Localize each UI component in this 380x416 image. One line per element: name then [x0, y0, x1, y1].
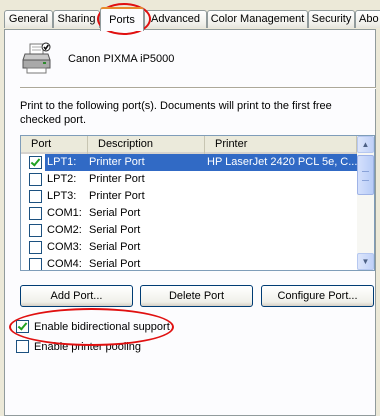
- port-name: LPT2:: [47, 173, 77, 185]
- port-description: Printer Port: [87, 154, 205, 171]
- list-item[interactable]: LPT2: Printer Port: [21, 171, 357, 188]
- port-checkbox[interactable]: [29, 173, 42, 186]
- port-checkbox[interactable]: [29, 207, 42, 220]
- tab-strip: General Sharing Ports Advanced Color Man…: [0, 0, 380, 31]
- separator: [20, 87, 376, 89]
- delete-port-button[interactable]: Delete Port: [140, 285, 253, 307]
- port-name: LPT3:: [47, 190, 77, 202]
- bidirectional-support-checkbox[interactable]: [16, 320, 29, 333]
- tab-ports[interactable]: Ports: [100, 7, 144, 31]
- column-header-description[interactable]: Description: [88, 136, 205, 154]
- column-header-port[interactable]: Port: [21, 136, 88, 154]
- port-checkbox[interactable]: [29, 190, 42, 203]
- tab-about[interactable]: Abo: [355, 10, 380, 28]
- port-name: COM2:: [47, 224, 82, 236]
- printer-icon: [22, 42, 51, 74]
- tab-color-management[interactable]: Color Management: [207, 10, 308, 28]
- vertical-scrollbar[interactable]: ▲ ▼: [357, 136, 374, 270]
- port-description: Serial Port: [89, 224, 141, 236]
- port-name: LPT1:: [45, 154, 87, 171]
- port-checkbox[interactable]: [29, 241, 42, 254]
- port-name: COM1:: [47, 207, 82, 219]
- list-item[interactable]: COM2: Serial Port: [21, 222, 357, 239]
- ports-list[interactable]: Port Description Printer LPT1: Printer P…: [20, 135, 375, 271]
- tab-security[interactable]: Security: [308, 10, 355, 28]
- printer-pooling-checkbox[interactable]: [16, 340, 29, 353]
- tab-general[interactable]: General: [4, 10, 53, 28]
- tab-sharing[interactable]: Sharing: [53, 10, 100, 28]
- intro-text: Print to the following port(s). Document…: [20, 100, 332, 126]
- port-description: Printer Port: [89, 190, 145, 202]
- list-item[interactable]: COM1: Serial Port: [21, 205, 357, 222]
- scroll-down-icon[interactable]: ▼: [357, 253, 374, 270]
- port-name: COM4:: [47, 258, 82, 270]
- add-port-button[interactable]: Add Port...: [20, 285, 133, 307]
- list-item[interactable]: COM3: Serial Port: [21, 239, 357, 256]
- port-description: Serial Port: [89, 258, 141, 270]
- port-checkbox[interactable]: [29, 258, 42, 270]
- bidirectional-support-label[interactable]: Enable bidirectional support: [34, 320, 170, 334]
- port-description: Serial Port: [89, 207, 141, 219]
- list-item[interactable]: LPT3: Printer Port: [21, 188, 357, 205]
- port-description: Printer Port: [89, 173, 145, 185]
- scroll-thumb[interactable]: [357, 155, 374, 195]
- port-name: COM3:: [47, 241, 82, 253]
- scroll-up-icon[interactable]: ▲: [357, 136, 374, 153]
- configure-port-button[interactable]: Configure Port...: [261, 285, 374, 307]
- port-checkbox[interactable]: [29, 156, 42, 169]
- tab-advanced[interactable]: Advanced: [144, 10, 207, 28]
- printer-pooling-label[interactable]: Enable printer pooling: [34, 340, 141, 354]
- port-printer: HP LaserJet 2420 PCL 5e, C...: [205, 154, 357, 171]
- port-description: Serial Port: [89, 241, 141, 253]
- list-header: Port Description Printer: [21, 136, 357, 154]
- list-item[interactable]: LPT1: Printer Port HP LaserJet 2420 PCL …: [21, 154, 357, 171]
- port-checkbox[interactable]: [29, 224, 42, 237]
- printer-name: Canon PIXMA iP5000: [68, 53, 175, 65]
- column-header-printer[interactable]: Printer: [205, 136, 357, 154]
- list-item[interactable]: COM4: Serial Port: [21, 256, 357, 270]
